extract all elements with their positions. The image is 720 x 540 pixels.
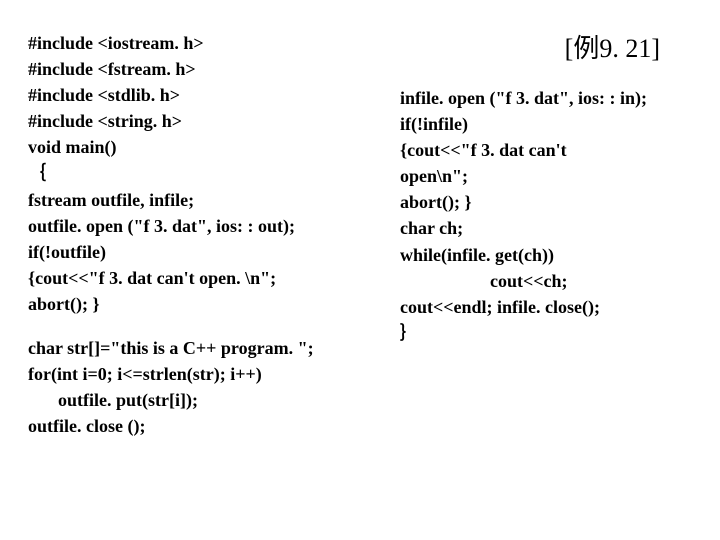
code-line: cout<<ch; [400,268,700,294]
code-line: ｛ [28,160,378,186]
code-line: infile. open ("f 3. dat", ios: : in); [400,85,700,111]
code-line: #include <stdlib. h> [28,82,378,108]
code-line: void main() [28,134,378,160]
code-column-right: infile. open ("f 3. dat", ios: : in); if… [400,85,700,346]
code-line: cout<<endl; infile. close(); [400,294,700,320]
code-line: outfile. put(str[i]); [28,387,378,413]
code-line: if(!outfile) [28,239,378,265]
code-line: {cout<<"f 3. dat can't [400,137,700,163]
code-line: fstream outfile, infile; [28,187,378,213]
code-line: open\n"; [400,163,700,189]
code-line: ｝ [400,320,700,346]
code-line: {cout<<"f 3. dat can't open. \n"; [28,265,378,291]
example-title: [例9. 21] [565,28,660,65]
code-line: char ch; [400,215,700,241]
code-line: outfile. close (); [28,413,378,439]
code-line: #include <fstream. h> [28,56,378,82]
code-line: while(infile. get(ch)) [400,242,700,268]
code-line: char str[]="this is a C++ program. "; [28,335,378,361]
code-line: #include <iostream. h> [28,30,378,56]
code-line: abort(); } [28,291,378,317]
code-line: for(int i=0; i<=strlen(str); i++) [28,361,378,387]
code-line: #include <string. h> [28,108,378,134]
code-line: if(!infile) [400,111,700,137]
code-line: outfile. open ("f 3. dat", ios: : out); [28,213,378,239]
code-line: abort(); } [400,189,700,215]
code-column-left: #include <iostream. h> #include <fstream… [28,30,378,439]
